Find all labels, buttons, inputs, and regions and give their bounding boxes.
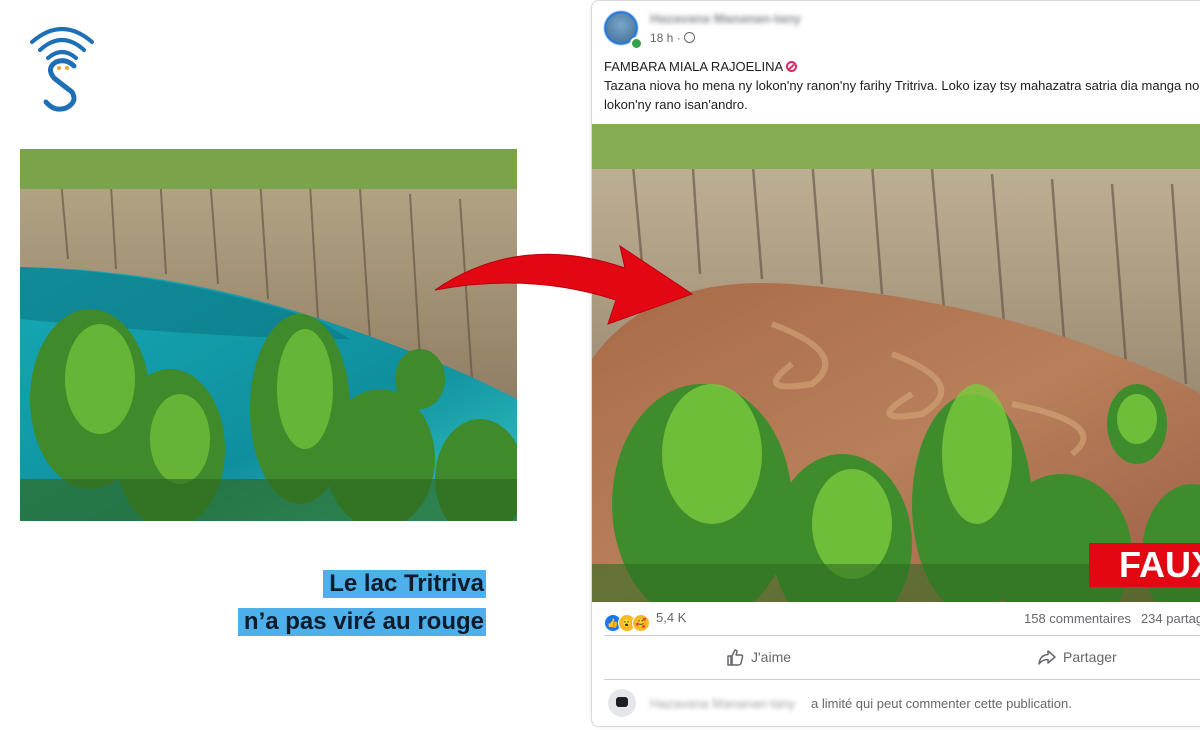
divider bbox=[604, 635, 1200, 636]
no-entry-icon bbox=[786, 61, 798, 72]
speech-bubble-icon bbox=[608, 689, 636, 717]
share-arrow-icon bbox=[1038, 650, 1056, 665]
post-stats: 158 commentaires 234 partages bbox=[1024, 611, 1200, 626]
signal-s-logo-icon bbox=[30, 27, 94, 112]
reactions-summary[interactable]: 👍 😮 🥰 5,4 K bbox=[604, 610, 686, 632]
care-reaction-icon: 🥰 bbox=[632, 614, 650, 632]
share-button[interactable]: Partager bbox=[1037, 647, 1117, 667]
facebook-post: Hazavana Mananan-tany 18 h · FAMBARA MIA… bbox=[591, 0, 1200, 727]
like-button-label: J'aime bbox=[751, 649, 792, 665]
online-status-dot bbox=[630, 37, 643, 50]
divider bbox=[604, 679, 1200, 680]
caption-line-2: n’a pas viré au rouge bbox=[237, 608, 486, 636]
shares-count[interactable]: 234 partages bbox=[1141, 611, 1200, 626]
post-author-name[interactable]: Hazavana Mananan-tany bbox=[650, 11, 801, 26]
red-lake-photo[interactable] bbox=[592, 124, 1200, 602]
caption-line-1: Le lac Tritriva bbox=[323, 570, 486, 598]
blue-lake-photo bbox=[20, 149, 517, 521]
globe-icon bbox=[683, 32, 695, 43]
fact-check-verdict-badge: FAUX bbox=[1089, 543, 1200, 587]
post-meta: 18 h · bbox=[650, 31, 695, 45]
reactions-count: 5,4 K bbox=[656, 610, 687, 625]
red-curved-arrow-icon bbox=[434, 244, 694, 325]
like-button[interactable]: J'aime bbox=[725, 647, 791, 667]
post-body: Tazana niova ho mena ny lokon'ny ranon'n… bbox=[604, 78, 1200, 112]
restricted-user-name[interactable]: Hazavana Mananan-tany bbox=[650, 696, 795, 711]
post-time[interactable]: 18 h · bbox=[650, 31, 681, 45]
thumbs-up-icon bbox=[727, 649, 744, 666]
comment-restriction-notice: a limité qui peut commenter cette public… bbox=[811, 696, 1072, 711]
share-button-label: Partager bbox=[1063, 649, 1117, 665]
post-text: FAMBARA MIALA RAJOELINA Tazana niova ho … bbox=[604, 57, 1200, 114]
comments-count[interactable]: 158 commentaires bbox=[1024, 611, 1131, 626]
post-title: FAMBARA MIALA RAJOELINA bbox=[604, 59, 784, 74]
